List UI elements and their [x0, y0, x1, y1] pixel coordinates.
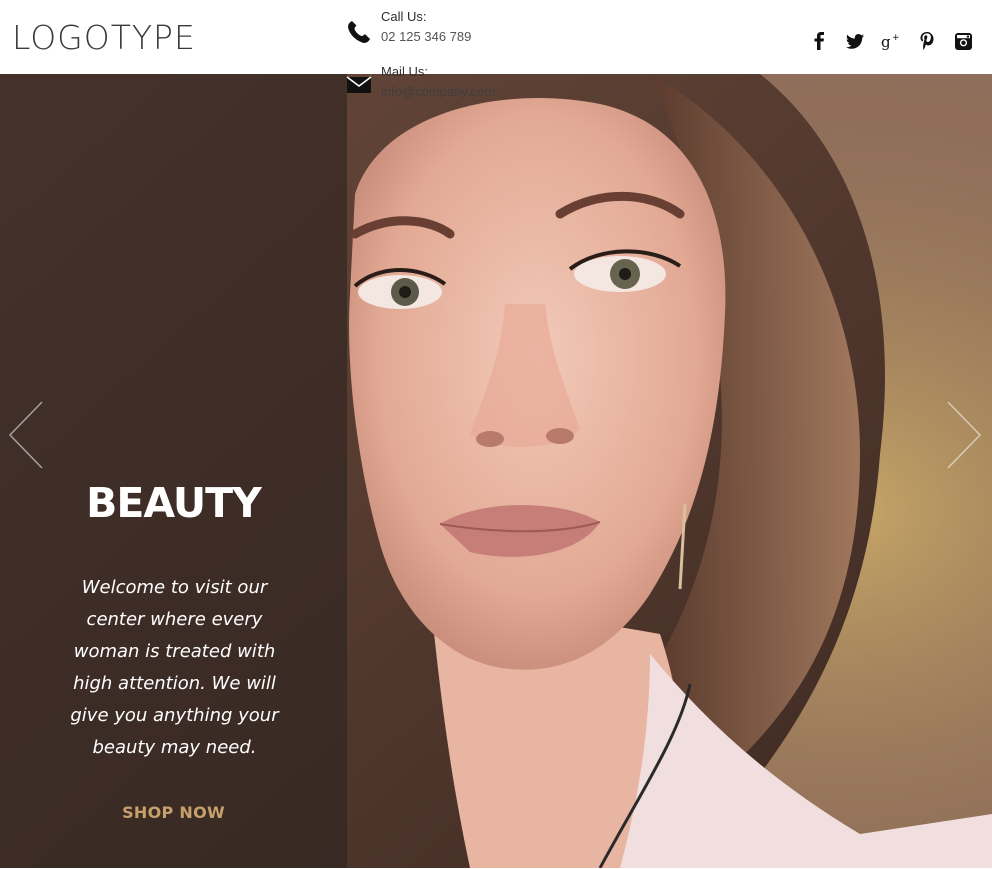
call-number[interactable]: 02 125 346 789 — [381, 29, 471, 45]
phone-icon — [348, 21, 370, 43]
hero-description: Welcome to visit our center where every … — [70, 577, 279, 758]
svg-text:g: g — [881, 33, 891, 50]
mail-address[interactable]: info@company.com — [381, 84, 495, 100]
google-plus-icon[interactable]: g + — [880, 30, 902, 52]
social-links: g + — [808, 30, 974, 52]
site-header: LOGOTYPE g + — [0, 0, 992, 74]
hero-slider: BEAUTY Welcome to visit our center where… — [0, 74, 992, 868]
facebook-icon[interactable] — [808, 30, 830, 52]
chevron-left-icon[interactable] — [6, 400, 46, 470]
call-title: Call Us: — [381, 9, 427, 24]
page: LOGOTYPE g + BEAUTY Welcome to visit our… — [0, 0, 992, 869]
instagram-icon[interactable] — [952, 30, 974, 52]
twitter-icon[interactable] — [844, 30, 866, 52]
mail-title: Mail Us: — [381, 64, 428, 79]
hero-title: BEAUTY — [86, 479, 262, 527]
chevron-right-icon[interactable] — [944, 400, 984, 470]
logo[interactable]: LOGOTYPE — [12, 18, 196, 58]
shop-now-button[interactable]: SHOP NOW — [0, 802, 347, 824]
pinterest-icon[interactable] — [916, 30, 938, 52]
envelope-icon — [346, 76, 372, 93]
svg-text:+: + — [892, 33, 900, 43]
